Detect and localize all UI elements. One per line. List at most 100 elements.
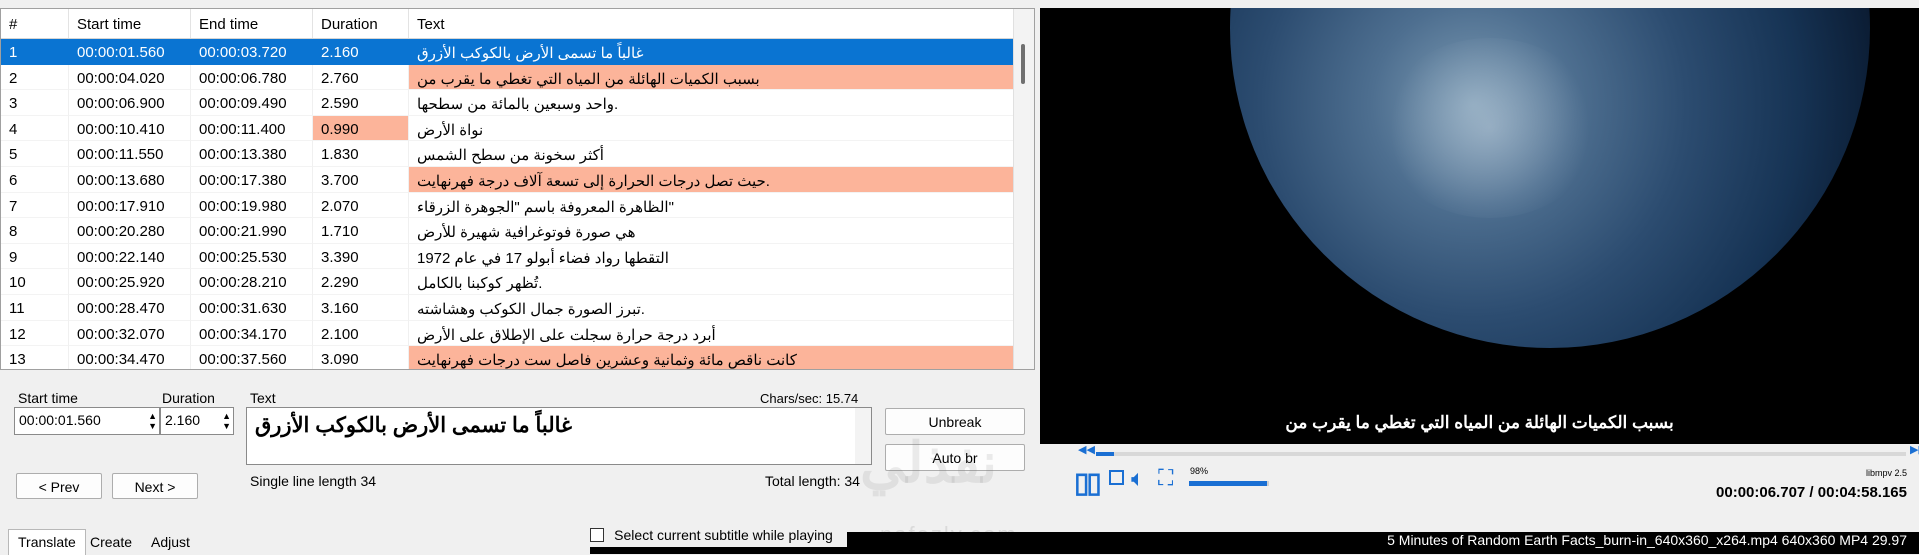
tab-adjust[interactable]: Adjust — [145, 532, 196, 552]
col-header-start[interactable]: Start time — [69, 9, 191, 38]
table-row[interactable]: 4 00:00:10.410 00:00:11.400 0.990 نواة الأرض — [1, 115, 1034, 142]
cell-end-time: 00:00:28.210 — [191, 269, 313, 295]
total-length: Total length: 34 — [765, 473, 860, 489]
cell-number: 13 — [1, 346, 69, 369]
cell-number: 8 — [1, 218, 69, 244]
cell-start-time: 00:00:28.470 — [69, 294, 191, 321]
cell-duration: 3.160 — [313, 294, 409, 321]
cell-duration: 0.990 — [313, 115, 409, 142]
cell-end-time: 00:00:13.380 — [191, 141, 313, 167]
table-row[interactable]: 5 00:00:11.550 00:00:13.380 1.830 أكثر سخونة… — [1, 141, 1034, 167]
cell-number: 4 — [1, 115, 69, 142]
cell-end-time: 00:00:34.170 — [191, 320, 313, 347]
cell-start-time: 00:00:10.410 — [69, 115, 191, 142]
duration-label: Duration — [162, 390, 215, 406]
cell-duration: 3.390 — [313, 243, 409, 270]
stop-icon[interactable] — [1109, 470, 1124, 485]
grid-scrollbar[interactable] — [1013, 9, 1034, 369]
cell-duration: 1.710 — [313, 218, 409, 244]
cell-text: .حيث تصل درجات الحرارة إلى تسعة آلاف درج… — [409, 166, 1014, 193]
table-row[interactable]: 8 00:00:20.280 00:00:21.990 1.710 هي صورة فو… — [1, 218, 1034, 244]
select-subtitle-label: Select current subtitle while playing — [614, 527, 833, 543]
cell-number: 10 — [1, 269, 69, 295]
table-row[interactable]: 2 00:00:04.020 00:00:06.780 2.760 بسبب الكمي… — [1, 64, 1034, 91]
cell-number: 5 — [1, 141, 69, 167]
cell-end-time: 00:00:11.400 — [191, 115, 313, 142]
table-row[interactable]: 10 00:00:25.920 00:00:28.210 2.290 .تُظهر كو… — [1, 269, 1034, 295]
single-line-length: Single line length 34 — [250, 473, 377, 489]
cell-number: 9 — [1, 243, 69, 270]
table-row[interactable]: 3 00:00:06.900 00:00:09.490 2.590 .واحد وسبع… — [1, 90, 1034, 116]
cell-duration: 2.160 — [313, 39, 409, 65]
text-label: Text — [250, 390, 276, 406]
volume-slider[interactable] — [1189, 481, 1269, 486]
pause-icon[interactable]: ▯▯ — [1074, 466, 1102, 499]
cell-end-time: 00:00:03.720 — [191, 39, 313, 65]
cell-start-time: 00:00:32.070 — [69, 320, 191, 347]
cell-number: 6 — [1, 166, 69, 193]
start-time-value: 00:00:01.560 — [19, 412, 101, 428]
cell-start-time: 00:00:34.470 — [69, 346, 191, 369]
tab-create[interactable]: Create — [84, 532, 138, 552]
volume-icon[interactable]: 🔈︎ — [1131, 465, 1145, 492]
cell-duration: 3.090 — [313, 346, 409, 369]
table-row[interactable]: 13 00:00:34.470 00:00:37.560 3.090 كانت ناقص… — [1, 346, 1034, 369]
duration-spinner-icon[interactable]: ▲ ▼ — [222, 411, 231, 431]
cell-number: 2 — [1, 64, 69, 91]
fullscreen-icon[interactable]: ⛶ — [1158, 465, 1173, 491]
cell-duration: 2.100 — [313, 320, 409, 347]
col-header-number[interactable]: # — [1, 9, 69, 38]
cell-text: "الظاهرة المعروفة باسم "الجوهرة الزرقاء — [409, 192, 1014, 219]
playback-time: 00:00:06.707 / 00:04:58.165 — [1716, 484, 1907, 501]
earth-frame — [1230, 8, 1870, 348]
start-time-label: Start time — [18, 390, 78, 406]
cell-text: أكثر سخونة من سطح الشمس — [409, 141, 1014, 167]
start-time-spinner-icon[interactable]: ▲ ▼ — [148, 411, 157, 431]
cell-text: بسبب الكميات الهائلة من المياه التي تغطي… — [409, 64, 1014, 91]
duration-field[interactable]: 2.160 ▲ ▼ — [160, 407, 234, 435]
seek-forward-icon[interactable]: ▶▶ — [1910, 443, 1919, 456]
cell-start-time: 00:00:22.140 — [69, 243, 191, 270]
cell-duration: 1.830 — [313, 141, 409, 167]
table-row[interactable]: 6 00:00:13.680 00:00:17.380 3.700 .حيث تصل د… — [1, 166, 1034, 193]
video-preview[interactable]: بسبب الكميات الهائلة من المياه التي تغطي… — [1040, 8, 1919, 444]
cell-end-time: 00:00:06.780 — [191, 64, 313, 91]
cell-start-time: 00:00:13.680 — [69, 166, 191, 193]
table-row[interactable]: 12 00:00:32.070 00:00:34.170 2.100 أبرد درجة… — [1, 320, 1034, 347]
cell-end-time: 00:00:21.990 — [191, 218, 313, 244]
start-time-field[interactable]: 00:00:01.560 ▲ ▼ — [14, 407, 160, 435]
table-row[interactable]: 1 00:00:01.560 00:00:03.720 2.160 غالباً ما … — [1, 39, 1034, 65]
prev-button[interactable]: < Prev — [16, 473, 102, 499]
cell-start-time: 00:00:20.280 — [69, 218, 191, 244]
select-subtitle-checkbox[interactable] — [590, 528, 604, 542]
subtitle-grid[interactable]: # Start time End time Duration Text 1 00:… — [0, 8, 1035, 370]
cell-end-time: 00:00:09.490 — [191, 90, 313, 116]
cell-text: التقطها رواد فضاء أبولو 17 في عام 1972 — [409, 243, 1014, 270]
col-header-duration[interactable]: Duration — [313, 9, 409, 38]
next-button[interactable]: Next > — [112, 473, 198, 499]
tab-translate[interactable]: Translate — [8, 529, 86, 555]
player-controls: ◀◀ ▶▶ ▯▯ 🔈︎ ⛶ 98% libmpv 2.5 00:00:06.70… — [1040, 444, 1919, 504]
cell-duration: 3.700 — [313, 166, 409, 193]
grid-scroll-thumb[interactable] — [1021, 44, 1025, 84]
cell-duration: 2.070 — [313, 192, 409, 219]
cell-text: كانت ناقص مائة وثمانية وعشرين فاصل ست در… — [409, 346, 1014, 369]
seek-back-icon[interactable]: ◀◀ — [1078, 443, 1095, 456]
table-row[interactable]: 11 00:00:28.470 00:00:31.630 3.160 .تبرز الص… — [1, 294, 1034, 321]
table-row[interactable]: 7 00:00:17.910 00:00:19.980 2.070 "الظاهرة ا… — [1, 192, 1034, 219]
watermark: نفذلي — [860, 431, 998, 494]
col-header-end[interactable]: End time — [191, 9, 313, 38]
cell-duration: 2.290 — [313, 269, 409, 295]
chars-per-sec: Chars/sec: 15.74 — [760, 391, 859, 406]
timeline-progress — [1096, 452, 1114, 456]
subtitle-text-input[interactable]: غالباً ما تسمى الأرض بالكوكب الأزرق — [246, 407, 872, 465]
cell-end-time: 00:00:31.630 — [191, 294, 313, 321]
cell-text: هي صورة فوتوغرافية شهيرة للأرض — [409, 218, 1014, 244]
cell-number: 3 — [1, 90, 69, 116]
cell-number: 12 — [1, 320, 69, 347]
table-row[interactable]: 9 00:00:22.140 00:00:25.530 3.390 التقطها رو… — [1, 243, 1034, 270]
col-header-text[interactable]: Text — [409, 9, 1014, 38]
select-subtitle-option[interactable]: Select current subtitle while playing — [590, 527, 847, 547]
cell-start-time: 00:00:04.020 — [69, 64, 191, 91]
timeline-slider[interactable] — [1096, 452, 1906, 456]
